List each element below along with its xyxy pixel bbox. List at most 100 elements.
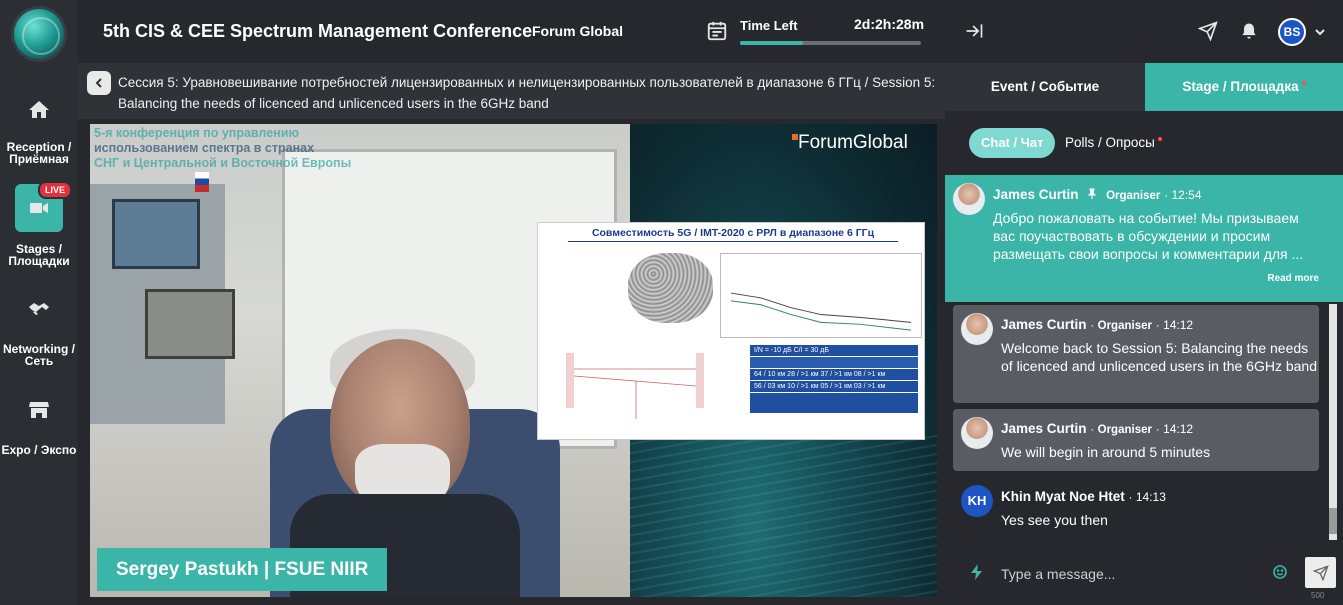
message-body: We will begin in around 5 minutes: [1001, 444, 1211, 460]
author-initials-avatar: KH: [961, 485, 993, 517]
chat-message[interactable]: James Curtin · Organiser · 14:12 Welcome…: [953, 305, 1319, 403]
video-player[interactable]: 5-я конференция по управлению использова…: [90, 124, 937, 597]
session-title-bar: Сессия 5: Уравновешивание потребностей л…: [78, 63, 945, 119]
speaker-name-label: Sergey Pastukh | FSUE NIIR: [97, 548, 388, 591]
message-author: Khin Myat Noe Htet: [1001, 489, 1125, 504]
collapse-panel-icon[interactable]: [964, 21, 984, 41]
bell-icon[interactable]: [1239, 21, 1259, 41]
message-input[interactable]: [1001, 558, 1271, 590]
chat-message[interactable]: KH Khin Myat Noe Htet · 14:13 Yes see yo…: [953, 477, 1319, 537]
time-left-value: 2d:2h:28m: [854, 16, 925, 32]
message-composer: 500: [945, 555, 1343, 605]
slide-table-row: 56 / 03 км 10 / >1 км 05 / >1 км 03 / >1…: [750, 381, 918, 393]
time-left-label: Time Left: [740, 18, 798, 33]
message-author: James Curtin: [1001, 317, 1087, 332]
message-role: Organiser: [1106, 190, 1161, 202]
nav-stages[interactable]: LIVE Stages / Площадки: [0, 181, 78, 268]
send-paper-plane-icon[interactable]: [1197, 21, 1218, 42]
send-button[interactable]: [1305, 557, 1336, 588]
message-role: Organiser: [1097, 424, 1152, 436]
forum-global-logo: ForumGlobal: [792, 132, 908, 153]
message-author: James Curtin: [1001, 421, 1087, 436]
message-body: Welcome back to Session 5: Balancing the…: [1001, 340, 1317, 374]
message-author: James Curtin: [993, 187, 1079, 202]
message-body: Добро пожаловать на событие! Мы призывае…: [993, 210, 1304, 262]
back-button[interactable]: [87, 71, 111, 95]
author-avatar: [961, 313, 993, 345]
message-time: 14:12: [1163, 422, 1194, 436]
slide-table-row: [750, 357, 918, 369]
watermark-line-1: 5-я конференция по управлению: [94, 126, 300, 140]
slide-title: Совместимость 5G / IMT-2020 с РРЛ в диап…: [568, 227, 898, 242]
top-header: 5th CIS & CEE Spectrum Management Confer…: [78, 0, 945, 62]
message-header: James Curtin · Organiser · 14:12: [1001, 421, 1194, 436]
user-avatar[interactable]: BS: [1278, 18, 1306, 46]
conference-title: 5th CIS & CEE Spectrum Management Confer…: [103, 21, 533, 41]
nav-expo-label: Expo / Экспо: [1, 443, 77, 457]
home-icon: [15, 86, 63, 134]
chevron-down-icon[interactable]: [1314, 25, 1326, 37]
chat-scrollbar-thumb[interactable]: [1329, 508, 1337, 534]
character-counter: 500: [1311, 591, 1325, 600]
event-logo[interactable]: [14, 9, 64, 59]
emoji-icon[interactable]: [1273, 565, 1287, 579]
nav-expo[interactable]: Expo / Экспо: [0, 386, 78, 456]
author-avatar: [953, 183, 985, 215]
message-time: 14:12: [1163, 318, 1194, 332]
wall-picture: [145, 289, 235, 359]
slide-table: I/N = -10 дБ C/I = 30 дБ 64 / 10 км 28 /…: [750, 345, 918, 413]
store-icon: [15, 386, 63, 434]
message-time: 12:54: [1171, 188, 1202, 202]
message-role: Organiser: [1097, 320, 1152, 332]
handshake-icon: [15, 285, 63, 333]
slide-network-diagram: [628, 253, 713, 323]
nav-networking[interactable]: Networking / Сеть: [0, 285, 78, 367]
flag: [195, 172, 209, 192]
wall-poster: [112, 199, 200, 269]
tab-stage[interactable]: Stage / Площадка: [1145, 63, 1343, 111]
right-panel: BS Event / Событие Stage / Площадка Chat…: [945, 0, 1343, 605]
nav-reception[interactable]: Reception / Приёмная: [0, 86, 78, 165]
slide-table-row: 64 / 10 км 28 / >1 км 37 / >1 км 08 / >1…: [750, 369, 918, 381]
slide-antenna-diagram: [566, 353, 704, 419]
left-sidebar: Reception / Приёмная LIVE Stages / Площа…: [0, 0, 78, 605]
presentation-slide: Совместимость 5G / IMT-2020 с РРЛ в диап…: [537, 222, 925, 440]
chat-message[interactable]: James Curtin · Organiser · 14:12 We will…: [953, 409, 1319, 471]
message-header: Khin Myat Noe Htet · 14:13: [1001, 489, 1166, 504]
chevron-left-icon: [95, 78, 102, 88]
live-badge: LIVE: [38, 181, 73, 199]
tab-chat[interactable]: Chat / Чат: [969, 128, 1056, 158]
lightning-icon[interactable]: [970, 564, 984, 580]
chat-scrollbar[interactable]: [1329, 304, 1337, 540]
slide-table-row: I/N = -10 дБ C/I = 30 дБ: [750, 345, 918, 357]
right-panel-header: BS: [945, 0, 1343, 62]
session-title: Сессия 5: Уравновешивание потребностей л…: [118, 75, 936, 111]
tab-event[interactable]: Event / Событие: [945, 63, 1145, 111]
message-time: 14:13: [1135, 490, 1166, 504]
message-header: James Curtin Organiser · 12:54: [993, 187, 1202, 202]
read-more-link[interactable]: Read more: [1267, 273, 1319, 284]
panel-tabs: Event / Событие Stage / Площадка: [945, 63, 1343, 111]
time-left-progress-fill: [740, 41, 804, 45]
nav-stages-label: Stages / Площадки: [8, 242, 70, 268]
notification-dot: [1301, 81, 1306, 85]
panel-subtabs: Chat / Чат Polls / Опросы: [945, 111, 1343, 175]
nav-reception-label: Reception / Приёмная: [6, 140, 72, 166]
send-icon: [1312, 564, 1329, 581]
organizer-name[interactable]: Forum Global: [532, 23, 623, 39]
pin-icon: [1088, 188, 1097, 199]
author-avatar: [961, 417, 993, 449]
calendar-icon[interactable]: [706, 20, 728, 42]
chat-messages: James Curtin Organiser · 12:54 Добро пож…: [945, 175, 1343, 555]
notification-dot: [1157, 137, 1162, 141]
nav-networking-label: Networking / Сеть: [2, 342, 75, 368]
watermark-line-3: СНГ и Центральной и Восточной Европы: [94, 156, 352, 170]
time-left-progress: [740, 41, 921, 45]
pinned-message[interactable]: James Curtin Organiser · 12:54 Добро пож…: [945, 175, 1343, 302]
message-body: Yes see you then: [1001, 512, 1108, 528]
tab-polls[interactable]: Polls / Опросы: [1065, 135, 1162, 150]
watermark-line-2: использованием спектра в странах: [94, 141, 315, 155]
message-header: James Curtin · Organiser · 14:12: [1001, 317, 1194, 332]
slide-plot: [720, 253, 922, 338]
conference-watermark: 5-я конференция по управлению использова…: [94, 126, 494, 171]
